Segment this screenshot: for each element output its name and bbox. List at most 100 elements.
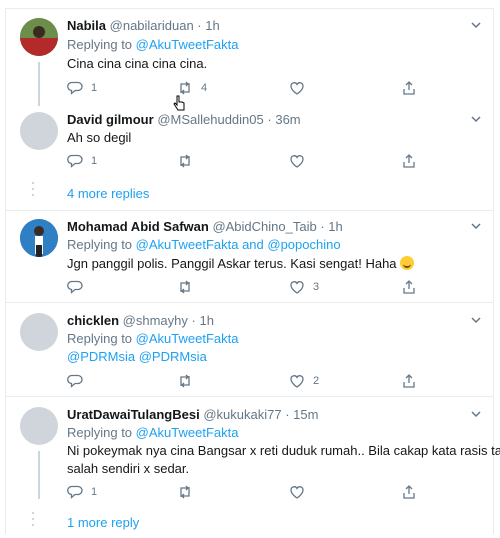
separator: · <box>285 407 290 422</box>
heart-icon <box>290 281 304 294</box>
tweet-text-body: Jgn panggil polis. Panggil Askar terus. … <box>67 256 397 271</box>
more-replies-link[interactable]: 1 more reply <box>67 515 139 530</box>
retweet-button[interactable] <box>177 483 193 501</box>
avatar[interactable] <box>20 313 58 351</box>
share-button[interactable] <box>401 278 417 296</box>
thread-line <box>38 62 40 106</box>
timestamp[interactable]: 1h <box>205 18 219 33</box>
timestamp[interactable]: 1h <box>328 219 342 234</box>
share-icon <box>403 374 415 388</box>
display-name[interactable]: Nabila <box>67 18 106 33</box>
avatar[interactable] <box>20 407 58 445</box>
separator: · <box>197 18 202 33</box>
display-name[interactable]: David gilmour <box>67 112 154 127</box>
like-button[interactable]: 3 <box>289 278 319 296</box>
mention-link[interactable]: @AkuTweetFakta and @popochino <box>136 237 341 252</box>
share-icon <box>403 485 415 499</box>
divider <box>6 396 494 397</box>
tweet-david-gilmour[interactable]: David gilmour @MSallehuddin05 · 36m Ah s… <box>6 112 494 172</box>
retweet-button[interactable] <box>177 278 193 296</box>
reply-button[interactable]: 1 <box>67 79 97 97</box>
share-button[interactable] <box>401 483 417 501</box>
retweet-icon <box>180 485 190 499</box>
tweet-actions: 1 <box>67 483 427 501</box>
reply-button[interactable]: 1 <box>67 152 97 170</box>
share-button[interactable] <box>401 372 417 390</box>
handle[interactable]: @MSallehuddin05 <box>157 112 263 127</box>
share-button[interactable] <box>401 79 417 97</box>
thread-dots <box>32 512 34 530</box>
tweet-uratdawaitulangbesi[interactable]: UratDawaiTulangBesi @kukukaki77 · 15m Re… <box>6 407 500 499</box>
grinning-sweat-emoji-icon <box>400 256 415 270</box>
retweet-button[interactable] <box>177 152 193 170</box>
handle[interactable]: @AbidChino_Taib <box>212 219 316 234</box>
share-button[interactable] <box>401 152 417 170</box>
avatar[interactable] <box>20 112 58 150</box>
timestamp[interactable]: 36m <box>275 112 300 127</box>
like-count: 3 <box>313 281 320 293</box>
reply-button[interactable]: 1 <box>67 483 97 501</box>
reply-button[interactable] <box>67 372 83 390</box>
like-button[interactable] <box>289 483 305 501</box>
chevron-down-icon[interactable] <box>470 113 482 125</box>
reply-icon <box>67 81 83 95</box>
chevron-down-icon[interactable] <box>470 314 482 326</box>
chevron-down-icon[interactable] <box>470 19 482 31</box>
tweet-mohamad-abid-safwan[interactable]: Mohamad Abid Safwan @AbidChino_Taib · 1h… <box>6 219 494 299</box>
replying-to: Replying to @AkuTweetFakta <box>67 331 238 346</box>
divider <box>6 302 494 303</box>
reply-icon <box>67 485 83 499</box>
replying-to: Replying to @AkuTweetFakta <box>67 37 238 52</box>
share-icon <box>403 154 415 168</box>
separator: · <box>320 219 325 234</box>
like-button[interactable] <box>289 79 313 97</box>
timestamp[interactable]: 1h <box>199 313 213 328</box>
retweet-icon <box>180 280 190 294</box>
handle[interactable]: @nabilariduan <box>110 18 194 33</box>
share-icon <box>403 81 415 95</box>
heart-icon <box>290 82 304 95</box>
reply-icon <box>67 154 83 168</box>
tweet-nabila[interactable]: Nabila @nabilariduan · 1h Replying to @A… <box>6 18 494 106</box>
mention-link[interactable]: @AkuTweetFakta <box>136 37 239 52</box>
reply-count: 1 <box>91 82 98 94</box>
tweet-text[interactable]: @PDRMsia @PDRMsia <box>67 349 207 364</box>
reply-icon <box>67 280 83 294</box>
display-name[interactable]: chicklen <box>67 313 119 328</box>
like-button[interactable]: 2 <box>289 372 319 390</box>
avatar[interactable] <box>20 219 58 257</box>
timestamp[interactable]: 15m <box>293 407 318 422</box>
retweet-icon <box>180 81 190 95</box>
tweet-text: Cina cina cina cina cina. <box>67 56 208 71</box>
replying-label: Replying to <box>67 331 133 346</box>
replying-label: Replying to <box>67 37 133 52</box>
avatar[interactable] <box>20 18 58 56</box>
display-name[interactable]: Mohamad Abid Safwan <box>67 219 209 234</box>
tweet-text-line-1: Ni pokeymak nya cina Bangsar x reti dudu… <box>67 443 500 458</box>
more-replies-link[interactable]: 4 more replies <box>67 186 149 201</box>
tweet-chicklen[interactable]: chicklen @shmayhy · 1h Replying to @AkuT… <box>6 313 494 393</box>
like-button[interactable] <box>289 152 305 170</box>
replying-label: Replying to <box>67 237 133 252</box>
chevron-down-icon[interactable] <box>470 220 482 232</box>
hand-cursor-icon <box>173 95 185 111</box>
display-name[interactable]: UratDawaiTulangBesi <box>67 407 200 422</box>
mention-link[interactable]: @AkuTweetFakta <box>136 331 239 346</box>
separator: · <box>191 313 196 328</box>
retweet-button[interactable] <box>177 372 193 390</box>
tweet-text: Ah so degil <box>67 130 132 145</box>
heart-icon <box>290 375 304 388</box>
handle[interactable]: @kukukaki77 <box>203 407 281 422</box>
chevron-down-icon[interactable] <box>470 408 482 420</box>
reply-count: 1 <box>91 155 98 167</box>
tweet-actions: 1 <box>67 152 427 170</box>
reply-count: 1 <box>91 486 98 498</box>
reply-button[interactable] <box>67 278 83 296</box>
replying-label: Replying to <box>67 425 133 440</box>
tweet-actions: 3 <box>67 278 427 296</box>
reply-icon <box>67 374 83 388</box>
replying-to: Replying to @AkuTweetFakta <box>67 425 238 440</box>
handle[interactable]: @shmayhy <box>123 313 188 328</box>
mention-link[interactable]: @AkuTweetFakta <box>136 425 239 440</box>
tweet-text: Jgn panggil polis. Panggil Askar terus. … <box>67 256 415 271</box>
